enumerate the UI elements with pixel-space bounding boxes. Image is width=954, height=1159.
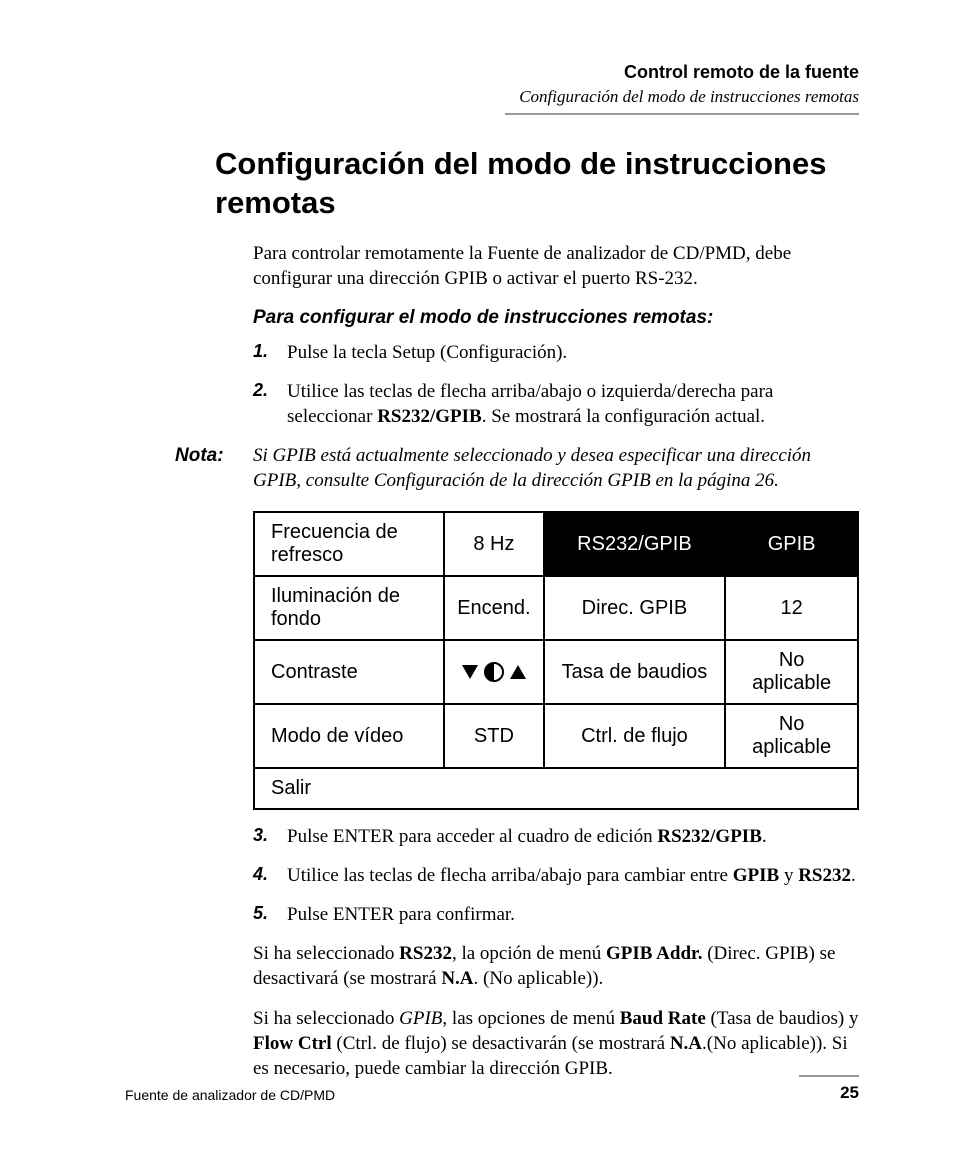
note: Nota: Si GPIB está actualmente seleccion… bbox=[175, 443, 859, 493]
table-row: Frecuencia de refresco 8 Hz RS232/GPIB G… bbox=[254, 512, 858, 576]
step-3: 3. Pulse ENTER para acceder al cuadro de… bbox=[253, 824, 859, 849]
config-table: Frecuencia de refresco 8 Hz RS232/GPIB G… bbox=[253, 511, 859, 810]
cell-backlight-value: Encend. bbox=[444, 576, 543, 640]
cell-exit: Salir bbox=[254, 768, 858, 809]
cell-gpibaddr-value: 12 bbox=[725, 576, 858, 640]
procedure-subhead: Para configurar el modo de instrucciones… bbox=[253, 305, 859, 330]
step-number: 5. bbox=[253, 902, 287, 927]
header-chapter: Control remoto de la fuente bbox=[125, 62, 859, 83]
page-title: Configuración del modo de instrucciones … bbox=[215, 145, 859, 223]
table-row: Salir bbox=[254, 768, 858, 809]
note-text: Si GPIB está actualmente seleccionado y … bbox=[253, 443, 859, 493]
footer-doc-title: Fuente de analizador de CD/PMD bbox=[125, 1087, 335, 1103]
page-number: 25 bbox=[799, 1083, 859, 1103]
step-4: 4. Utilice las teclas de flecha arriba/a… bbox=[253, 863, 859, 888]
footer-rule bbox=[799, 1075, 859, 1077]
cell-refresh-value: 8 Hz bbox=[444, 512, 543, 576]
step-number: 1. bbox=[253, 340, 287, 365]
step-1: 1. Pulse la tecla Setup (Configuración). bbox=[253, 340, 859, 365]
intro-paragraph: Para controlar remotamente la Fuente de … bbox=[253, 241, 859, 291]
cell-contrast-value bbox=[444, 640, 543, 704]
step-2: 2. Utilice las teclas de flecha arriba/a… bbox=[253, 379, 859, 429]
para-rs232: Si ha seleccionado RS232, la opción de m… bbox=[253, 941, 859, 991]
cell-baud-value: No aplicable bbox=[725, 640, 858, 704]
step-number: 3. bbox=[253, 824, 287, 849]
header-rule bbox=[505, 113, 859, 115]
cell-backlight-label: Iluminación de fondo bbox=[254, 576, 444, 640]
cell-rs232gpib-value: GPIB bbox=[725, 512, 858, 576]
table-row: Iluminación de fondo Encend. Direc. GPIB… bbox=[254, 576, 858, 640]
cell-contrast-label: Contraste bbox=[254, 640, 444, 704]
cell-rs232gpib-label: RS232/GPIB bbox=[544, 512, 726, 576]
cell-flow-value: No aplicable bbox=[725, 704, 858, 768]
step-text: Pulse ENTER para confirmar. bbox=[287, 902, 859, 927]
note-label: Nota: bbox=[175, 443, 253, 493]
triangle-up-icon bbox=[510, 665, 526, 679]
cell-gpibaddr-label: Direc. GPIB bbox=[544, 576, 726, 640]
triangle-down-icon bbox=[462, 665, 478, 679]
header-section: Configuración del modo de instrucciones … bbox=[125, 87, 859, 107]
para-gpib: Si ha seleccionado GPIB, las opciones de… bbox=[253, 1006, 859, 1081]
cell-baud-label: Tasa de baudios bbox=[544, 640, 726, 704]
step-text: Utilice las teclas de flecha arriba/abaj… bbox=[287, 379, 859, 429]
step-5: 5. Pulse ENTER para confirmar. bbox=[253, 902, 859, 927]
step-text: Utilice las teclas de flecha arriba/abaj… bbox=[287, 863, 859, 888]
cell-video-label: Modo de vídeo bbox=[254, 704, 444, 768]
cell-video-value: STD bbox=[444, 704, 543, 768]
table-row: Contraste Tasa de baudios No aplicable bbox=[254, 640, 858, 704]
table-row: Modo de vídeo STD Ctrl. de flujo No apli… bbox=[254, 704, 858, 768]
cell-refresh-label: Frecuencia de refresco bbox=[254, 512, 444, 576]
cell-flow-label: Ctrl. de flujo bbox=[544, 704, 726, 768]
contrast-icon bbox=[484, 662, 504, 682]
step-number: 2. bbox=[253, 379, 287, 429]
step-text: Pulse la tecla Setup (Configuración). bbox=[287, 340, 859, 365]
step-text: Pulse ENTER para acceder al cuadro de ed… bbox=[287, 824, 859, 849]
step-number: 4. bbox=[253, 863, 287, 888]
